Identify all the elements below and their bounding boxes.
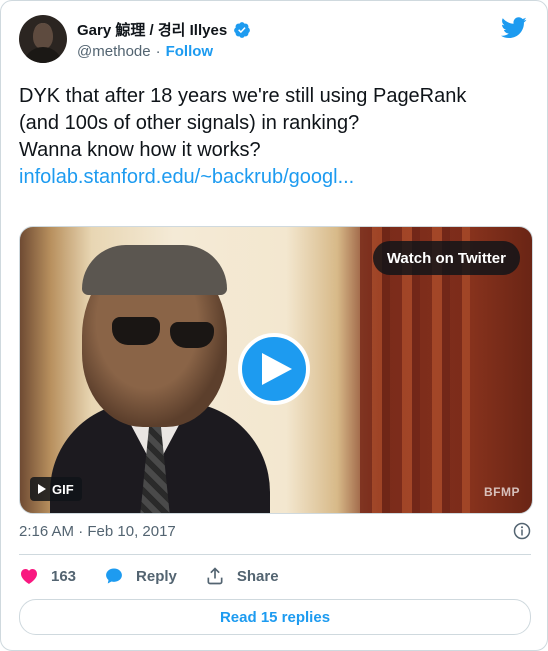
tweet-line: Wanna know how it works? (19, 139, 261, 161)
tweet-link[interactable]: infolab.stanford.edu/~backrub/googl... (19, 164, 519, 191)
share-label: Share (236, 567, 279, 585)
reply-bubble-icon (106, 568, 122, 584)
heart-icon (21, 569, 37, 584)
reply-label: Reply (136, 567, 177, 585)
read-replies-button[interactable]: Read 15 replies (19, 599, 531, 635)
action-bar: 163 Reply Share (19, 566, 279, 586)
tweet-text: DYK that after 18 years we're still usin… (19, 83, 519, 191)
twitter-bird-icon[interactable] (501, 17, 527, 39)
like-count: 163 (51, 567, 77, 585)
info-icon[interactable] (513, 522, 531, 540)
reply-button[interactable]: Reply (104, 566, 177, 586)
divider (19, 554, 531, 555)
tweet-line: DYK that after 18 years we're still usin… (19, 85, 467, 107)
author-name-row: Gary 鯨理 / 경리 Illyes (77, 19, 251, 40)
share-icon (207, 567, 223, 585)
separator-dot: · (155, 43, 161, 60)
handle-row: @methode · Follow (77, 43, 213, 60)
tweet-card: Gary 鯨理 / 경리 Illyes @methode · Follow DY… (0, 0, 548, 651)
author-name[interactable]: Gary 鯨理 / 경리 Illyes (77, 19, 227, 40)
tweet-line: (and 100s of other signals) in ranking? (19, 112, 360, 134)
play-button[interactable] (238, 333, 310, 405)
gif-media[interactable]: Watch on Twitter GIF BFMP (19, 226, 533, 514)
watch-on-twitter-button[interactable]: Watch on Twitter (372, 241, 520, 275)
follow-button[interactable]: Follow (166, 43, 214, 60)
author-handle[interactable]: @methode (77, 43, 151, 60)
tweet-timestamp[interactable]: 2:16 AM · Feb 10, 2017 (19, 523, 176, 540)
play-triangle-icon (38, 484, 46, 494)
like-button[interactable]: 163 (19, 566, 76, 586)
play-icon (262, 353, 292, 385)
share-button[interactable]: Share (205, 566, 279, 586)
gif-badge: GIF (30, 477, 82, 501)
watermark: BFMP (484, 485, 520, 499)
gif-label: GIF (52, 481, 74, 497)
avatar[interactable] (19, 15, 67, 63)
verified-badge-icon (234, 21, 251, 38)
